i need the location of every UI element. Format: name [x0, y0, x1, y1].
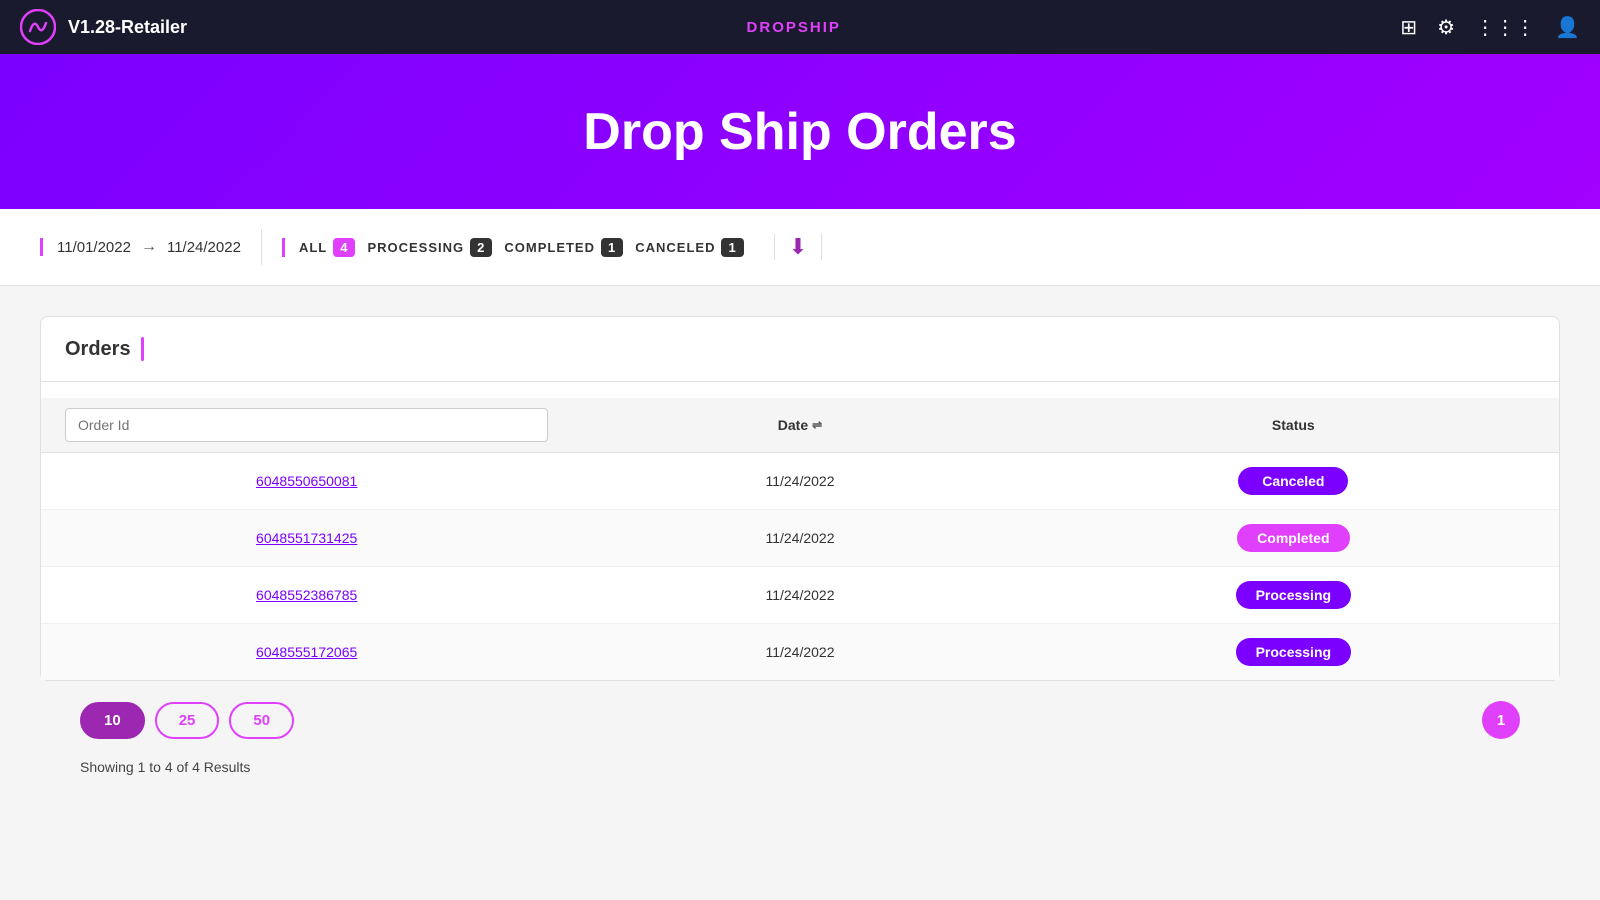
filter-canceled-label: CANCELED: [635, 240, 715, 255]
orders-card: Orders Date ⇌ Status 6048550650081 11/24…: [40, 316, 1560, 681]
status-badge: Canceled: [1238, 467, 1348, 495]
nav-left: V1.28-Retailer: [20, 9, 187, 45]
status-badge: Processing: [1236, 638, 1351, 666]
table-row: 6048551731425 11/24/2022 Completed: [41, 510, 1559, 567]
sort-icon: ⇌: [812, 418, 822, 432]
table-row: 6048552386785 11/24/2022 Processing: [41, 567, 1559, 624]
filter-buttons: ALL 4 PROCESSING 2 COMPLETED 1 CANCELED …: [282, 238, 744, 257]
nav-right: ⊞ ⚙ ⋮⋮⋮ 👤: [1400, 15, 1580, 40]
table-row: 6048550650081 11/24/2022 Canceled: [41, 453, 1559, 510]
page-header: Drop Ship Orders: [0, 54, 1600, 209]
grid-icon[interactable]: ⋮⋮⋮: [1475, 15, 1535, 40]
app-title: V1.28-Retailer: [68, 17, 187, 38]
page-size-buttons: 10 25 50: [80, 702, 294, 739]
order-status-cell: Completed: [1052, 524, 1535, 552]
filter-processing-badge: 2: [470, 238, 492, 257]
order-id-link[interactable]: 6048551731425: [65, 530, 548, 546]
orders-title-bar: [141, 337, 144, 361]
status-badge: Completed: [1237, 524, 1349, 552]
download-area: ⬇: [774, 234, 822, 260]
filter-processing-label: PROCESSING: [367, 240, 464, 255]
page-numbers: 1: [1482, 701, 1520, 739]
page-size-10-button[interactable]: 10: [80, 702, 145, 739]
filter-completed-label: COMPLETED: [504, 240, 595, 255]
order-status-cell: Processing: [1052, 638, 1535, 666]
status-column-header: Status: [1052, 408, 1535, 442]
filter-all-button[interactable]: ALL 4: [299, 238, 356, 257]
table-container: Date ⇌ Status 6048550650081 11/24/2022 C…: [41, 382, 1559, 680]
order-status-cell: Processing: [1052, 581, 1535, 609]
pagination-area: 10 25 50 1: [40, 681, 1560, 759]
order-status-cell: Canceled: [1052, 467, 1535, 495]
table-header-row: Date ⇌ Status: [41, 398, 1559, 453]
showing-text: Showing 1 to 4 of 4 Results: [40, 759, 1560, 785]
page-title: Drop Ship Orders: [583, 102, 1016, 162]
filter-canceled-badge: 1: [721, 238, 743, 257]
page-size-50-button[interactable]: 50: [229, 702, 294, 739]
order-id-search-cell[interactable]: [65, 408, 548, 442]
order-date: 11/24/2022: [558, 587, 1041, 603]
order-id-link[interactable]: 6048550650081: [65, 473, 548, 489]
user-icon[interactable]: 👤: [1555, 15, 1580, 40]
filter-divider-1: [261, 229, 262, 265]
nav-center-label: DROPSHIP: [747, 19, 841, 36]
filter-completed-badge: 1: [601, 238, 623, 257]
order-id-search-input[interactable]: [65, 408, 548, 442]
page-size-25-button[interactable]: 25: [155, 702, 220, 739]
main-content: Orders Date ⇌ Status 6048550650081 11/24…: [0, 286, 1600, 815]
page-1-button[interactable]: 1: [1482, 701, 1520, 739]
filter-completed-button[interactable]: COMPLETED 1: [504, 238, 623, 257]
filter-all-badge: 4: [333, 238, 355, 257]
status-badge: Processing: [1236, 581, 1351, 609]
order-date: 11/24/2022: [558, 644, 1041, 660]
filter-bar: 11/01/2022 → 11/24/2022 ALL 4 PROCESSING…: [0, 209, 1600, 286]
download-icon[interactable]: ⬇: [789, 234, 807, 259]
orders-header: Orders: [41, 317, 1559, 382]
filter-all-label: ALL: [299, 240, 327, 255]
table-row: 6048555172065 11/24/2022 Processing: [41, 624, 1559, 680]
order-id-link[interactable]: 6048555172065: [65, 644, 548, 660]
date-to: 11/24/2022: [167, 239, 241, 256]
date-range: 11/01/2022 → 11/24/2022: [40, 238, 241, 256]
date-column-header: Date ⇌: [558, 408, 1041, 442]
settings-icon[interactable]: ⚙: [1437, 15, 1455, 40]
top-navbar: V1.28-Retailer DROPSHIP ⊞ ⚙ ⋮⋮⋮ 👤: [0, 0, 1600, 54]
logo-icon: [20, 9, 56, 45]
filter-processing-button[interactable]: PROCESSING 2: [367, 238, 492, 257]
order-date: 11/24/2022: [558, 473, 1041, 489]
order-date: 11/24/2022: [558, 530, 1041, 546]
date-from: 11/01/2022: [57, 239, 131, 256]
orders-title: Orders: [65, 338, 131, 361]
table-body: 6048550650081 11/24/2022 Canceled 604855…: [41, 453, 1559, 680]
filter-canceled-button[interactable]: CANCELED 1: [635, 238, 743, 257]
order-id-link[interactable]: 6048552386785: [65, 587, 548, 603]
table-icon[interactable]: ⊞: [1400, 15, 1417, 40]
arrow-icon: →: [141, 238, 157, 256]
